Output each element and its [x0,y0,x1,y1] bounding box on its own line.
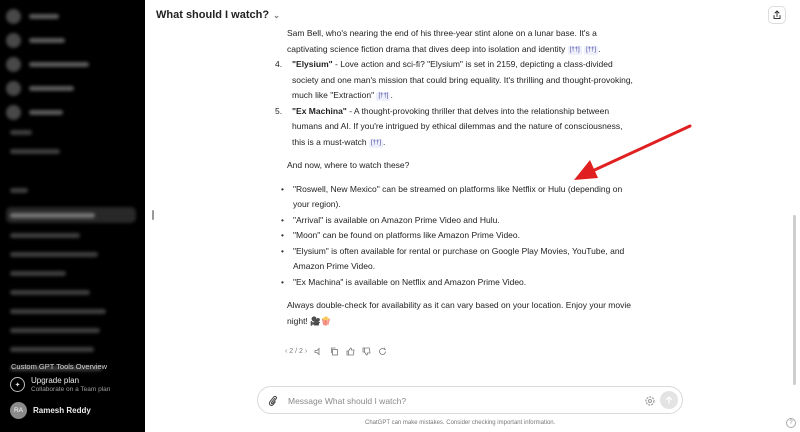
sidebar-selected-chat[interactable] [6,207,136,223]
intro-text: Sam Bell, who's nearing the end of his t… [287,28,597,54]
user-name: Ramesh Reddy [33,406,91,415]
response-pager[interactable]: ‹ 2 / 2 › [285,348,307,355]
sidebar-item[interactable] [6,102,136,122]
list-item: "Elysium" is often available for rental … [281,244,635,275]
gear-icon[interactable] [644,394,656,412]
intro-paragraph: Sam Bell, who's nearing the end of his t… [287,28,601,55]
message-actions: ‹ 2 / 2 › [285,347,387,356]
copy-icon[interactable] [330,347,339,356]
regenerate-icon[interactable] [378,347,387,356]
disclaimer: ChatGPT can make mistakes. Consider chec… [365,420,556,426]
citation-link[interactable]: [††] [567,45,582,55]
scrollbar[interactable] [793,215,796,385]
speaker-icon[interactable] [314,347,323,356]
avatar: RA [10,402,27,419]
paperclip-icon[interactable] [268,394,278,412]
watch-list: "Roswell, New Mexico" can be streamed on… [275,182,635,291]
citation-link[interactable]: [††] [369,138,384,148]
list-item-title: "Elysium" [292,59,333,69]
list-item: "Ex Machina" is available on Netflix and… [281,275,635,291]
sidebar-resize-handle[interactable] [152,210,154,220]
list-item: "Arrival" is available on Amazon Prime V… [281,213,635,229]
message-composer [257,386,683,414]
list-number: 4. [275,59,283,69]
list-item: "Roswell, New Mexico" can be streamed on… [281,182,635,213]
arrow-up-icon [665,396,673,404]
citation-link[interactable]: [††] [584,45,599,55]
user-menu[interactable]: RA Ramesh Reddy [10,402,91,419]
citation-link[interactable]: [††] [376,92,391,101]
page-title: What should I watch? [156,9,270,21]
thumbs-up-icon[interactable] [346,347,355,356]
list-number: 5. [275,105,283,116]
upgrade-plan-button[interactable]: ✦ Upgrade plan Collaborate on a Team pla… [10,376,110,393]
sidebar-item[interactable] [6,78,136,98]
sidebar-hover-title[interactable]: Custom GPT Tools Overview [11,362,107,371]
help-button[interactable]: ? [786,418,796,428]
closing-paragraph: Always double-check for availability as … [287,300,631,326]
list-item-text: - Love action and sci-fi? "Elysium" is s… [292,59,633,100]
sidebar-item[interactable] [6,6,136,26]
list-item-title: "Ex Machina" [292,105,347,116]
upgrade-subtitle: Collaborate on a Team plan [31,386,111,393]
share-icon [773,10,781,19]
sidebar: Custom GPT Tools Overview ✦ Upgrade plan… [0,0,145,432]
message-input[interactable] [288,393,618,408]
upgrade-title: Upgrade plan [31,376,80,385]
sidebar-item[interactable] [6,30,136,50]
list-item: "Moon" can be found on platforms like Am… [281,228,635,244]
sidebar-history-list [6,6,136,371]
annotation-arrow-icon [574,124,692,180]
thumbs-down-icon[interactable] [362,347,371,356]
send-button[interactable] [660,391,678,409]
model-title-dropdown[interactable]: What should I watch? ⌄ [156,9,280,21]
pager-count: 2 / 2 [289,348,303,355]
list-item: 4. "Elysium" - Love action and sci-fi? "… [275,59,633,101]
sidebar-item[interactable] [6,54,136,74]
chevron-down-icon: ⌄ [273,10,280,20]
share-button[interactable] [768,6,786,24]
sparkle-icon: ✦ [10,377,25,392]
